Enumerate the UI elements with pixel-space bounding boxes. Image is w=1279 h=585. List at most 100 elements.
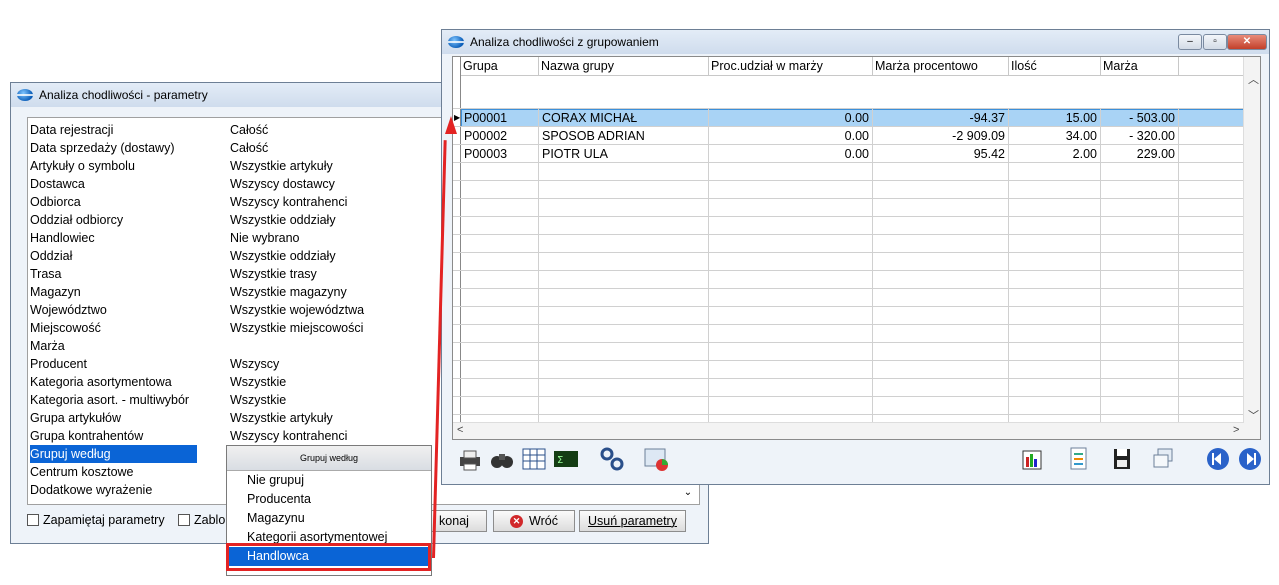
back-button[interactable]: ✕ Wróć bbox=[493, 510, 575, 532]
column-header[interactable]: Marża bbox=[1101, 57, 1179, 76]
last-record-icon[interactable] bbox=[1236, 445, 1264, 473]
param-value: Wszystkie miejscowości bbox=[230, 321, 364, 335]
table-cell[interactable]: 95.42 bbox=[873, 145, 1009, 163]
param-row[interactable]: Miejscowość Wszystkie miejscowości bbox=[30, 319, 450, 337]
param-row[interactable]: Producent Wszyscy bbox=[30, 355, 450, 373]
table-cell[interactable]: 2.00 bbox=[1009, 145, 1101, 163]
print-icon[interactable] bbox=[456, 445, 484, 473]
chevron-down-icon[interactable]: ⌄ bbox=[681, 486, 695, 500]
param-row[interactable]: Kategoria asort. - multiwybór Wszystkie bbox=[30, 391, 450, 409]
horizontal-scrollbar[interactable]: < > bbox=[453, 422, 1244, 439]
column-header[interactable]: Marża procentowo bbox=[873, 57, 1009, 76]
table-cell[interactable]: - 503.00 bbox=[1101, 109, 1179, 127]
report-icon[interactable] bbox=[1064, 445, 1092, 473]
param-row[interactable]: Grupa artykułów Wszystkie artykuły bbox=[30, 409, 450, 427]
grid-line bbox=[708, 379, 709, 397]
results-grid[interactable]: Grupa Nazwa grupy Proc.udział w marży Marża… bbox=[452, 56, 1261, 440]
lock-checkbox[interactable] bbox=[178, 514, 190, 526]
table-cell[interactable]: 0.00 bbox=[709, 145, 873, 163]
table-cell[interactable]: 0.00 bbox=[709, 127, 873, 145]
close-window-button[interactable]: ✕ bbox=[1227, 34, 1267, 50]
scroll-right-icon[interactable]: > bbox=[1233, 424, 1239, 436]
param-value: Nie wybrano bbox=[230, 231, 300, 245]
clear-params-button[interactable]: Usuń parametry bbox=[579, 510, 686, 532]
remember-checkbox-row[interactable]: Zapamiętaj parametry bbox=[27, 513, 165, 527]
grid-line bbox=[538, 163, 539, 181]
grid-line bbox=[453, 342, 1251, 343]
table-cell[interactable]: P00001 bbox=[461, 109, 539, 127]
table-cell[interactable]: P00003 bbox=[461, 145, 539, 163]
grid-line bbox=[708, 361, 709, 379]
param-row[interactable]: Data rejestracji Całość bbox=[30, 121, 450, 139]
grid-line bbox=[453, 378, 1251, 379]
grid-line bbox=[708, 235, 709, 253]
table-view-icon[interactable] bbox=[520, 445, 548, 473]
param-row[interactable]: Magazyn Wszystkie magazyny bbox=[30, 283, 450, 301]
grid-line bbox=[1100, 361, 1101, 379]
param-key: Miejscowość bbox=[30, 321, 101, 335]
grid-line bbox=[708, 109, 709, 127]
param-key: Grupa kontrahentów bbox=[30, 429, 144, 443]
column-header[interactable]: Ilość bbox=[1009, 57, 1101, 76]
analysis-titlebar[interactable]: Analiza chodliwości z grupowaniem bbox=[442, 30, 1269, 54]
grid-line bbox=[1008, 145, 1009, 163]
grid-line bbox=[1008, 217, 1009, 235]
param-row[interactable]: Handlowiec Nie wybrano bbox=[30, 229, 450, 247]
param-key: Marża bbox=[30, 339, 65, 353]
scroll-down-icon[interactable]: ﹀ bbox=[1248, 407, 1259, 423]
table-cell[interactable]: -2 909.09 bbox=[873, 127, 1009, 145]
save-icon[interactable] bbox=[1108, 445, 1136, 473]
param-row[interactable]: Artykuły o symbolu Wszystkie artykuły bbox=[30, 157, 450, 175]
bar-chart-icon[interactable] bbox=[1018, 445, 1046, 473]
grid-line bbox=[453, 180, 1251, 181]
param-row[interactable]: Oddział Wszystkie oddziały bbox=[30, 247, 450, 265]
vertical-scrollbar[interactable]: ︿ ﹀ bbox=[1243, 57, 1260, 439]
column-header[interactable]: Grupa bbox=[461, 57, 539, 76]
param-row[interactable]: Trasa Wszystkie trasy bbox=[30, 265, 450, 283]
param-row[interactable]: Województwo Wszystkie województwa bbox=[30, 301, 450, 319]
table-cell[interactable]: PIOTR ULA bbox=[539, 145, 709, 163]
scroll-up-icon[interactable]: ︿ bbox=[1248, 71, 1259, 87]
sum-icon[interactable]: Σ bbox=[552, 445, 580, 473]
table-cell[interactable]: 229.00 bbox=[1101, 145, 1179, 163]
table-cell[interactable]: 34.00 bbox=[1009, 127, 1101, 145]
chart-window-icon[interactable] bbox=[642, 445, 670, 473]
param-value: Wszystkie magazyny bbox=[230, 285, 347, 299]
scroll-left-icon[interactable]: < bbox=[457, 424, 463, 436]
grid-line bbox=[1178, 109, 1179, 127]
param-row[interactable]: Kategoria asortymentowa Wszystkie bbox=[30, 373, 450, 391]
dropdown-item[interactable]: Producenta bbox=[227, 490, 431, 509]
param-row[interactable]: Odbiorca Wszyscy kontrahenci bbox=[30, 193, 450, 211]
table-cell[interactable]: 15.00 bbox=[1009, 109, 1101, 127]
grid-line bbox=[453, 324, 1251, 325]
dropdown-item[interactable]: Nie grupuj bbox=[227, 471, 431, 490]
table-cell[interactable]: -94.37 bbox=[873, 109, 1009, 127]
param-value: Wszyscy kontrahenci bbox=[230, 195, 348, 209]
lock-checkbox-row[interactable]: Zablo bbox=[178, 513, 225, 527]
table-cell[interactable]: P00002 bbox=[461, 127, 539, 145]
first-record-icon[interactable] bbox=[1204, 445, 1232, 473]
param-row[interactable]: Marża bbox=[30, 337, 450, 355]
grid-line bbox=[1178, 325, 1179, 343]
param-row[interactable]: Grupa kontrahentów Wszyscy kontrahenci bbox=[30, 427, 450, 445]
table-cell[interactable]: SPOSOB ADRIAN bbox=[539, 127, 709, 145]
dropdown-item[interactable]: Magazynu bbox=[227, 509, 431, 528]
grid-line bbox=[1178, 343, 1179, 361]
table-cell[interactable]: - 320.00 bbox=[1101, 127, 1179, 145]
minimize-button[interactable]: – bbox=[1178, 34, 1202, 50]
param-row[interactable]: Data sprzedaży (dostawy) Całość bbox=[30, 139, 450, 157]
param-row[interactable]: Dostawca Wszyscy dostawcy bbox=[30, 175, 450, 193]
column-header[interactable]: Nazwa grupy bbox=[539, 57, 709, 76]
windows-icon[interactable] bbox=[1150, 445, 1178, 473]
param-key: Grupuj według bbox=[30, 445, 197, 463]
table-cell[interactable]: 0.00 bbox=[709, 109, 873, 127]
maximize-button[interactable]: ▫ bbox=[1203, 34, 1227, 50]
grid-line bbox=[872, 325, 873, 343]
table-cell[interactable]: CORAX MICHAŁ bbox=[539, 109, 709, 127]
param-row[interactable]: Oddział odbiorcy Wszystkie oddziały bbox=[30, 211, 450, 229]
settings-gears-icon[interactable] bbox=[598, 445, 626, 473]
grid-line bbox=[872, 361, 873, 379]
column-header[interactable]: Proc.udział w marży bbox=[709, 57, 873, 76]
remember-checkbox[interactable] bbox=[27, 514, 39, 526]
binoculars-icon[interactable] bbox=[488, 445, 516, 473]
